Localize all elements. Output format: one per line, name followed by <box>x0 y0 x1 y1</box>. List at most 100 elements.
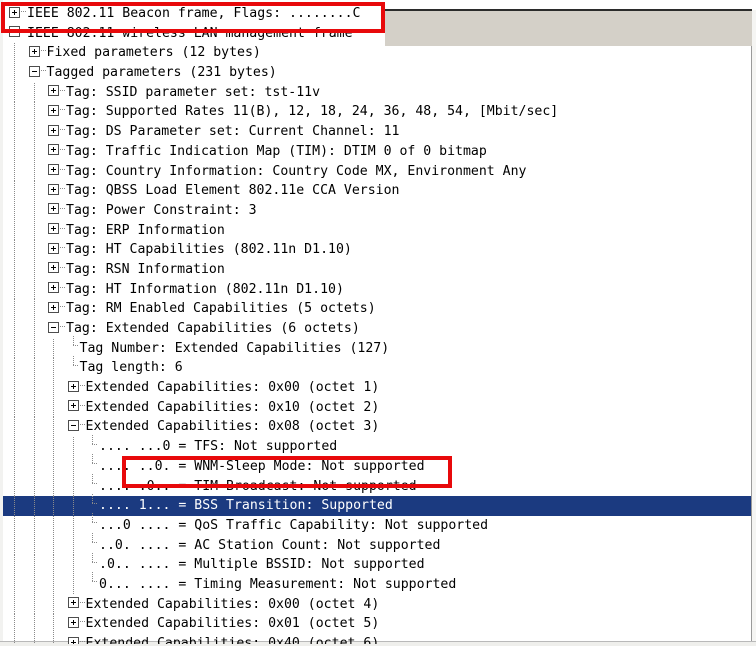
tree-leaf-elbow-icon <box>87 454 98 470</box>
tree-row[interactable]: Tag: Extended Capabilities (6 octets) <box>3 319 751 339</box>
expand-icon[interactable] <box>48 164 59 175</box>
tree-row[interactable]: Tag: Traffic Indication Map (TIM): DTIM … <box>3 141 751 162</box>
tree-row-content: Extended Capabilities: 0x00 (octet 1) <box>3 378 379 398</box>
expand-icon[interactable] <box>67 636 79 644</box>
tree-row-label: Tag: Extended Capabilities (6 octets) <box>66 321 360 336</box>
tree-row-label: Extended Capabilities: 0x01 (octet 5) <box>85 616 380 632</box>
tree-row[interactable]: Tag: HT Capabilities (802.11n D1.10) <box>3 240 751 260</box>
bitfield-mask: ...0 .... <box>99 517 171 533</box>
tree-row[interactable]: Fixed parameters (12 bytes) <box>3 43 751 64</box>
tree-row-content: Fixed parameters (12 bytes) <box>3 43 261 63</box>
tree-row[interactable]: Extended Capabilities: 0x10 (octet 2) <box>3 397 751 418</box>
expand-icon[interactable] <box>48 223 59 235</box>
tree-row-label: = WNM-Sleep Mode: Not supported <box>170 458 425 474</box>
expand-icon[interactable] <box>48 262 59 274</box>
tree-row[interactable]: Extended Capabilities: 0x01 (octet 5) <box>3 614 751 634</box>
tree-row[interactable]: Tag: SSID parameter set: tst-11v <box>3 82 751 103</box>
expand-icon[interactable] <box>48 242 59 254</box>
tree-row[interactable]: Extended Capabilities: 0x00 (octet 4) <box>3 594 751 615</box>
expand-icon[interactable] <box>48 85 59 97</box>
expand-icon[interactable] <box>67 597 79 609</box>
tree-row[interactable]: .... 1... = BSS Transition: Supported <box>3 493 751 516</box>
tree-row[interactable]: .... ..0. = WNM-Sleep Mode: Not supporte… <box>3 454 751 477</box>
tree-row-content: ...0 .... = QoS Traffic Capability: Not … <box>3 513 488 536</box>
tree-row[interactable]: Extended Capabilities: 0x40 (octet 6) <box>3 634 751 644</box>
tree-row-label: = AC Station Count: Not supported <box>170 537 441 553</box>
tree-row-content: Tag: RSN Information <box>3 260 225 280</box>
tree-row[interactable]: Tag: DS Parameter set: Current Channel: … <box>3 122 751 142</box>
expand-icon[interactable] <box>48 301 59 313</box>
tree-leaf-elbow-icon <box>87 513 98 529</box>
tree-row[interactable]: .... .0.. = TIM Broadcast: Not supported <box>3 474 751 497</box>
tree-row[interactable]: Tag: ERP Information <box>3 220 751 241</box>
tree-leaf-elbow-icon <box>87 434 98 451</box>
tree-row[interactable]: ...0 .... = QoS Traffic Capability: Not … <box>3 513 751 536</box>
tree-row-label: Extended Capabilities: 0x00 (octet 1) <box>85 380 380 396</box>
tree-row[interactable]: Tag: Country Information: Country Code M… <box>3 161 751 182</box>
tree-row[interactable]: Tag: RM Enabled Capabilities (5 octets) <box>3 299 751 319</box>
tree-row-label: Tag length: 6 <box>79 360 183 376</box>
expand-icon[interactable] <box>48 144 59 156</box>
tree-row-label: = Multiple BSSID: Not supported <box>170 557 425 573</box>
tree-row[interactable]: Tag Number: Extended Capabilities (127) <box>3 336 751 359</box>
collapse-icon[interactable] <box>9 26 20 38</box>
expand-icon[interactable] <box>48 124 59 136</box>
tree-row-content: Extended Capabilities: 0x01 (octet 5) <box>3 614 379 634</box>
collapse-icon[interactable] <box>67 419 79 431</box>
overlay-gray-panel <box>385 9 752 46</box>
tree-row-content: .0.. .... = Multiple BSSID: Not supporte… <box>3 552 425 575</box>
tree-row-label: Tag: Power Constraint: 3 <box>66 202 257 218</box>
tree-row[interactable]: Tag: Supported Rates 11(B), 12, 18, 24, … <box>3 102 751 123</box>
tree-row-content: Extended Capabilities: 0x00 (octet 4) <box>3 595 379 615</box>
bitfield-mask: .... .0.. <box>99 478 171 494</box>
tree-row-content: Tag: Power Constraint: 3 <box>3 201 257 221</box>
tree-row-label: Tag: QBSS Load Element 802.11e CCA Versi… <box>66 183 400 199</box>
tree-row-label: Tag: Country Information: Country Code M… <box>66 163 527 179</box>
expand-icon[interactable] <box>67 616 79 628</box>
tree-row-content: Tag Number: Extended Capabilities (127) <box>3 336 389 359</box>
tree-row-content: Tag: ERP Information <box>3 221 225 241</box>
expand-icon[interactable] <box>48 282 59 294</box>
tree-row-label: Tag: RM Enabled Capabilities (5 octets) <box>66 301 376 317</box>
tree-row[interactable]: Tag: Power Constraint: 3 <box>3 200 751 221</box>
tree-row[interactable]: Tag length: 6 <box>3 355 751 379</box>
collapse-icon[interactable] <box>28 65 40 77</box>
tree-row-content: Extended Capabilities: 0x40 (octet 6) <box>3 634 379 644</box>
tree-row-content: Tag: DS Parameter set: Current Channel: … <box>3 122 399 142</box>
tree-row[interactable]: Tag: QBSS Load Element 802.11e CCA Versi… <box>3 181 751 201</box>
packet-detail-tree[interactable]: IEEE 802.11 Beacon frame, Flags: .......… <box>3 4 751 644</box>
tree-leaf-elbow-icon <box>68 336 79 352</box>
expand-icon[interactable] <box>28 45 40 57</box>
tree-row-content: ..0. .... = AC Station Count: Not suppor… <box>3 533 441 556</box>
tree-row[interactable]: Extended Capabilities: 0x08 (octet 3) <box>3 417 751 438</box>
tree-row-label: = TFS: Not supported <box>170 439 338 455</box>
expand-icon[interactable] <box>48 203 59 215</box>
tree-row[interactable]: .0.. .... = Multiple BSSID: Not supporte… <box>3 552 751 575</box>
expand-icon[interactable] <box>9 6 20 18</box>
tree-row-content: .... 1... = BSS Transition: Supported <box>3 493 393 516</box>
tree-row[interactable]: Tagged parameters (231 bytes) <box>3 63 751 83</box>
tree-row-label: Tag: HT Capabilities (802.11n D1.10) <box>66 242 352 258</box>
collapse-icon[interactable] <box>48 321 59 333</box>
tree-leaf-elbow-icon <box>87 533 98 549</box>
expand-icon[interactable] <box>67 400 79 412</box>
tree-row[interactable]: Tag: HT Information (802.11n D1.10) <box>3 279 751 300</box>
tree-row-content: 0... .... = Timing Measurement: Not supp… <box>3 572 456 595</box>
window-scrollbar-right[interactable] <box>751 0 756 646</box>
expand-icon[interactable] <box>48 104 59 116</box>
tree-row-label: Tag: HT Information (802.11n D1.10) <box>66 281 344 297</box>
tree-row[interactable]: Tag: RSN Information <box>3 259 751 280</box>
tree-row[interactable]: Extended Capabilities: 0x00 (octet 1) <box>3 378 751 398</box>
expand-icon[interactable] <box>48 183 59 195</box>
expand-icon[interactable] <box>67 380 79 392</box>
tree-row-content: Tag: SSID parameter set: tst-11v <box>3 83 320 103</box>
tree-row-content: Tag: Country Information: Country Code M… <box>3 162 527 182</box>
tree-row-label: Extended Capabilities: 0x08 (octet 3) <box>85 419 380 435</box>
tree-row[interactable]: 0... .... = Timing Measurement: Not supp… <box>3 572 751 595</box>
tree-row-content: .... ..0. = WNM-Sleep Mode: Not supporte… <box>3 454 425 477</box>
tree-leaf-elbow-icon <box>87 474 98 490</box>
tree-leaf-elbow-icon <box>87 552 98 569</box>
tree-row[interactable]: .... ...0 = TFS: Not supported <box>3 434 751 457</box>
tree-row-label: IEEE 802.11 Beacon frame, Flags: .......… <box>27 6 361 21</box>
tree-row[interactable]: ..0. .... = AC Station Count: Not suppor… <box>3 533 751 556</box>
